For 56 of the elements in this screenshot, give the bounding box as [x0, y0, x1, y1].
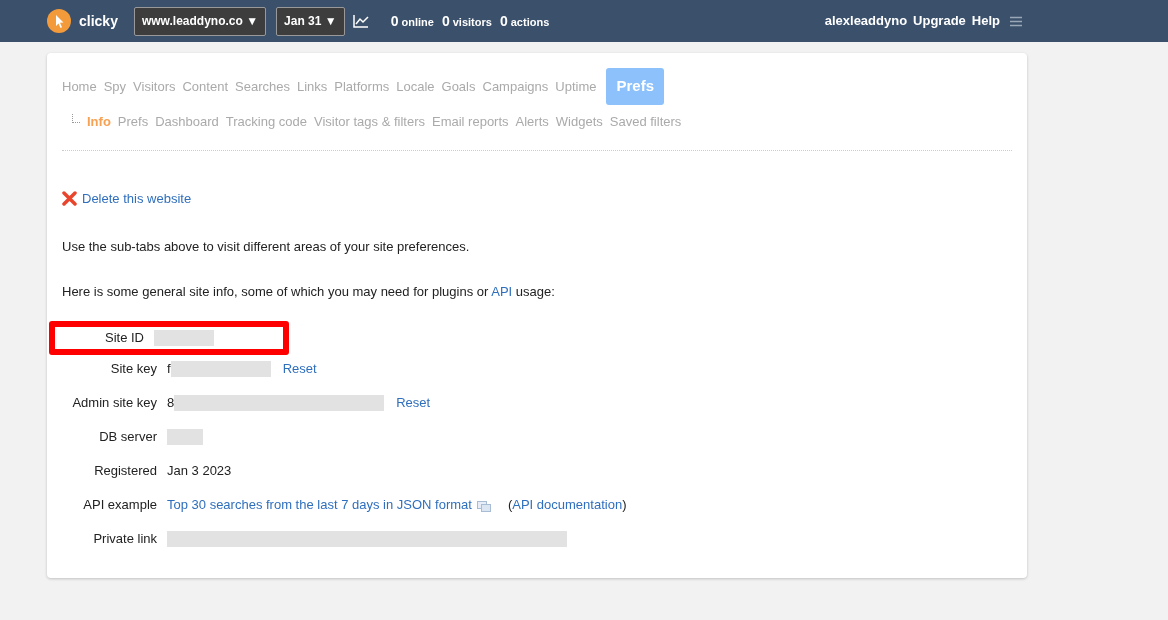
menu-icon[interactable]	[1010, 15, 1022, 27]
field-label: API example	[82, 495, 157, 514]
sub-tab[interactable]: Email reports	[432, 111, 509, 131]
field-value: Jan 3 2023	[167, 461, 232, 480]
sub-tab[interactable]: Tracking code	[225, 111, 307, 131]
api-documentation-link[interactable]: API documentation	[512, 496, 623, 512]
delete-icon	[62, 191, 77, 207]
username-link[interactable]: alexleaddyno	[824, 11, 908, 31]
site-dropdown[interactable]: www.leaddyno.co ▼	[133, 6, 267, 36]
field-label: Site key	[109, 359, 157, 378]
nav-tab[interactable]: Visitors	[133, 76, 176, 96]
field-label: Registered	[93, 461, 157, 480]
reset-link[interactable]: Reset	[282, 358, 317, 379]
nav-tab[interactable]: Goals	[441, 76, 476, 96]
nav-tab[interactable]: Home	[62, 76, 97, 96]
sub-tab[interactable]: Widgets	[555, 111, 603, 131]
sub-tab[interactable]: Alerts	[515, 111, 549, 131]
nav-tab[interactable]: Locale	[396, 76, 435, 96]
redacted-value	[167, 428, 203, 445]
sub-tab[interactable]: Dashboard	[155, 111, 219, 131]
field-label: Admin site key	[71, 393, 157, 412]
sub-tab[interactable]: Info	[87, 111, 111, 131]
field-value: f	[167, 359, 171, 378]
api-link[interactable]: API	[491, 284, 513, 299]
sub-tab[interactable]: Prefs	[117, 111, 149, 131]
info-text: Here is some general site info, some of which you may need for plugins or API usage:	[62, 283, 556, 301]
nav-link[interactable]: Help	[971, 11, 1000, 31]
stat-text: 0 visitors	[441, 11, 492, 31]
cursor-logo-icon	[47, 9, 71, 33]
nav-tab[interactable]: Uptime	[555, 76, 597, 96]
nav-tab[interactable]: Campaigns	[482, 76, 549, 96]
brand-name[interactable]: clicky	[79, 10, 118, 32]
sub-tab[interactable]: Saved filters	[609, 111, 682, 131]
nav-tab[interactable]: Links	[296, 76, 328, 96]
nav-link[interactable]: Upgrade	[913, 11, 966, 31]
stat-text: 0 online	[390, 11, 434, 31]
nav-tab[interactable]: Spy	[103, 76, 127, 96]
field-label: Private link	[92, 529, 157, 548]
reset-link[interactable]: Reset	[396, 392, 431, 413]
line-chart-icon[interactable]	[352, 14, 369, 28]
field-label: Site ID	[104, 328, 144, 347]
delete-website-link[interactable]: Delete this website	[82, 189, 192, 209]
field-value: 8	[167, 393, 175, 412]
intro-text: Use the sub-tabs above to visit different areas of your site preferences.	[62, 237, 471, 256]
nav-tab[interactable]: Searches	[235, 76, 290, 96]
sub-tab[interactable]: Visitor tags & filters	[313, 111, 425, 131]
field-label: DB server	[98, 427, 157, 446]
nav-tab[interactable]: Prefs	[606, 68, 664, 105]
date-dropdown[interactable]: Jan 31 ▼	[276, 6, 345, 36]
windows-icon	[476, 500, 491, 512]
nav-tab[interactable]: Content	[182, 76, 229, 96]
stat-text: 0 actions	[499, 11, 550, 31]
nav-tab[interactable]: Platforms	[334, 76, 390, 96]
api-example-link[interactable]: Top 30 searches from the last 7 days in JSON format	[167, 494, 472, 515]
api-doc-text: (API documentation)	[507, 495, 627, 514]
redacted-value	[154, 329, 214, 346]
